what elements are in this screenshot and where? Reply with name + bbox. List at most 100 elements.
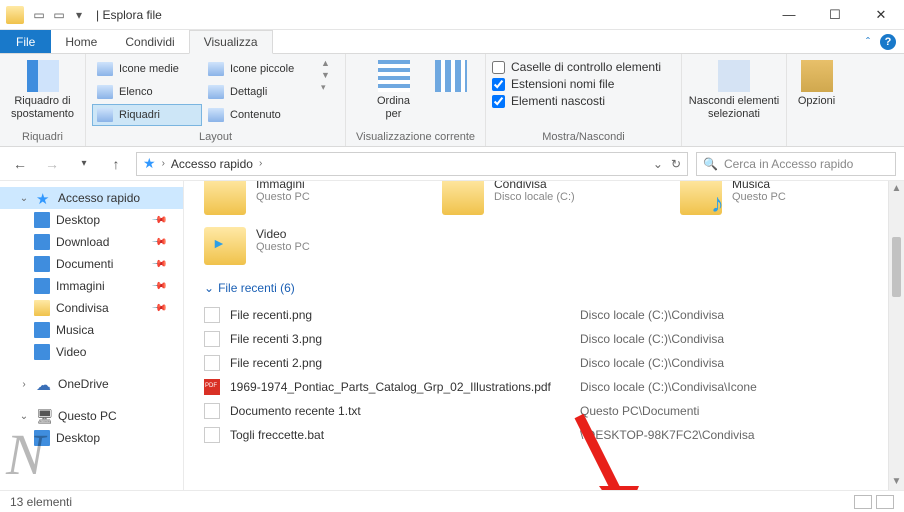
- content-pane[interactable]: ImmaginiQuesto PC CondivisaDisco locale (…: [184, 181, 888, 490]
- hide-selected-button[interactable]: Nascondi elementi selezionati: [688, 58, 780, 121]
- scroll-up-icon[interactable]: ▲: [889, 181, 904, 197]
- layout-small-icons[interactable]: Icone piccole: [203, 58, 313, 80]
- address-dropdown-icon[interactable]: ⌄: [653, 157, 663, 171]
- options-icon: [801, 60, 833, 92]
- help-icon[interactable]: ?: [880, 34, 896, 50]
- pin-icon: 📌: [150, 234, 167, 251]
- sidebar-item-video[interactable]: Video: [0, 341, 183, 363]
- chevron-down-icon: ⌄: [204, 281, 214, 295]
- maximize-button[interactable]: ☐: [812, 0, 858, 30]
- chevron-down-icon[interactable]: ⌄: [18, 411, 30, 422]
- folder-tile[interactable]: VideoQuesto PC: [204, 227, 404, 265]
- sidebar-item-condivisa[interactable]: Condivisa📌: [0, 297, 183, 319]
- file-row[interactable]: File recenti.pngDisco locale (C:)\Condiv…: [204, 303, 878, 327]
- folder-icon: [204, 181, 246, 215]
- file-row[interactable]: 1969-1974_Pontiac_Parts_Catalog_Grp_02_I…: [204, 375, 878, 399]
- sidebar-item-download[interactable]: Download📌: [0, 231, 183, 253]
- layout-content[interactable]: Contenuto: [203, 104, 313, 126]
- ribbon-group-currentview: Visualizzazione corrente: [346, 131, 485, 146]
- view-large-icon[interactable]: [876, 495, 894, 509]
- search-icon: 🔍: [703, 157, 718, 171]
- file-row[interactable]: File recenti 3.pngDisco locale (C:)\Cond…: [204, 327, 878, 351]
- search-input[interactable]: 🔍 Cerca in Accesso rapido: [696, 152, 896, 176]
- navigation-tree[interactable]: ⌄ ★ Accesso rapido Desktop📌Download📌Docu…: [0, 181, 184, 490]
- desktop-icon: [34, 430, 50, 446]
- layout-scroll-up-icon[interactable]: ▲: [321, 58, 330, 68]
- nav-desktop-pc[interactable]: Desktop: [0, 427, 183, 449]
- sidebar-item-documenti[interactable]: Documenti📌: [0, 253, 183, 275]
- window-title: Esplora file: [102, 8, 161, 22]
- address-bar[interactable]: ★ › Accesso rapido › ⌄ ↻: [136, 152, 688, 176]
- layout-medium-icons[interactable]: Icone medie: [92, 58, 202, 80]
- minimize-button[interactable]: —: [766, 0, 812, 30]
- qat-newfolder-icon[interactable]: ▭: [50, 6, 68, 24]
- check-item-checkboxes[interactable]: Caselle di controllo elementi: [492, 60, 661, 74]
- nav-onedrive[interactable]: › ☁ OneDrive: [0, 373, 183, 395]
- breadcrumb-chevron-icon[interactable]: ›: [259, 158, 262, 169]
- folder-icon: [204, 227, 246, 265]
- chevron-down-icon[interactable]: ⌄: [18, 193, 30, 204]
- recent-locations-button[interactable]: ▾: [72, 152, 96, 176]
- back-button[interactable]: ←: [8, 152, 32, 176]
- recent-files-header[interactable]: ⌄ File recenti (6): [204, 281, 878, 295]
- nav-quick-access[interactable]: ⌄ ★ Accesso rapido: [0, 187, 183, 209]
- file-menu[interactable]: File: [0, 30, 51, 53]
- file-icon: [204, 403, 220, 419]
- sidebar-item-musica[interactable]: Musica: [0, 319, 183, 341]
- sort-button[interactable]: Ordina per: [361, 58, 427, 121]
- status-item-count: 13 elementi: [10, 495, 72, 509]
- file-icon: [204, 355, 220, 371]
- layout-details[interactable]: Dettagli: [203, 81, 313, 103]
- file-icon: [204, 427, 220, 443]
- folder-tile[interactable]: ImmaginiQuesto PC: [204, 181, 402, 215]
- up-button[interactable]: ↑: [104, 152, 128, 176]
- nav-item-icon: [34, 278, 50, 294]
- breadcrumb[interactable]: Accesso rapido: [171, 157, 253, 171]
- file-row[interactable]: Togli freccette.bat\\DESKTOP-98K7FC2\Con…: [204, 423, 878, 447]
- ribbon-group-showhide: Mostra/Nascondi: [486, 131, 681, 146]
- refresh-icon[interactable]: ↻: [671, 157, 681, 171]
- forward-button[interactable]: →: [40, 152, 64, 176]
- navigation-pane-button[interactable]: Riquadro di spostamento: [10, 58, 76, 121]
- file-row[interactable]: Documento recente 1.txtQuesto PC\Documen…: [204, 399, 878, 423]
- folder-tile[interactable]: MusicaQuesto PC: [680, 181, 878, 215]
- layout-tiles[interactable]: Riquadri: [92, 104, 202, 126]
- close-button[interactable]: ✕: [858, 0, 904, 30]
- sidebar-item-immagini[interactable]: Immagini📌: [0, 275, 183, 297]
- options-button[interactable]: Opzioni: [793, 58, 840, 108]
- columns-button[interactable]: [431, 58, 471, 92]
- layout-scroll-down-icon[interactable]: ▼: [321, 70, 330, 80]
- scroll-down-icon[interactable]: ▼: [889, 474, 904, 490]
- vertical-scrollbar[interactable]: ▲ ▼: [888, 181, 904, 490]
- sidebar-item-desktop[interactable]: Desktop📌: [0, 209, 183, 231]
- qat-dropdown-icon[interactable]: ▾: [70, 6, 88, 24]
- tab-share[interactable]: Condividi: [111, 30, 188, 53]
- scroll-thumb[interactable]: [892, 237, 901, 297]
- check-hidden[interactable]: Elementi nascosti: [492, 94, 661, 108]
- collapse-ribbon-icon[interactable]: ˆ: [866, 35, 870, 49]
- quickaccess-star-icon: ★: [143, 155, 156, 172]
- tab-view[interactable]: Visualizza: [189, 30, 273, 54]
- tab-home[interactable]: Home: [51, 30, 111, 53]
- monitor-icon: 🖥: [36, 408, 52, 424]
- sort-icon: [378, 60, 410, 92]
- file-icon: [204, 379, 220, 395]
- layout-list[interactable]: Elenco: [92, 81, 202, 103]
- check-extensions[interactable]: Estensioni nomi file: [492, 77, 661, 91]
- qat-properties-icon[interactable]: ▭: [30, 6, 48, 24]
- nav-item-icon: [34, 256, 50, 272]
- chevron-right-icon[interactable]: ›: [18, 379, 30, 390]
- cloud-icon: ☁: [36, 376, 52, 392]
- nav-item-icon: [34, 212, 50, 228]
- breadcrumb-chevron-icon[interactable]: ›: [162, 158, 165, 169]
- folder-icon: [442, 181, 484, 215]
- layout-expand-icon[interactable]: ▾: [321, 82, 330, 93]
- view-details-icon[interactable]: [854, 495, 872, 509]
- pin-icon: 📌: [150, 278, 167, 295]
- folder-tile[interactable]: CondivisaDisco locale (C:): [442, 181, 640, 215]
- file-row[interactable]: File recenti 2.pngDisco locale (C:)\Cond…: [204, 351, 878, 375]
- nav-this-pc[interactable]: ⌄ 🖥 Questo PC: [0, 405, 183, 427]
- star-icon: ★: [36, 190, 52, 206]
- columns-icon: [435, 60, 467, 92]
- folder-icon: [6, 6, 24, 24]
